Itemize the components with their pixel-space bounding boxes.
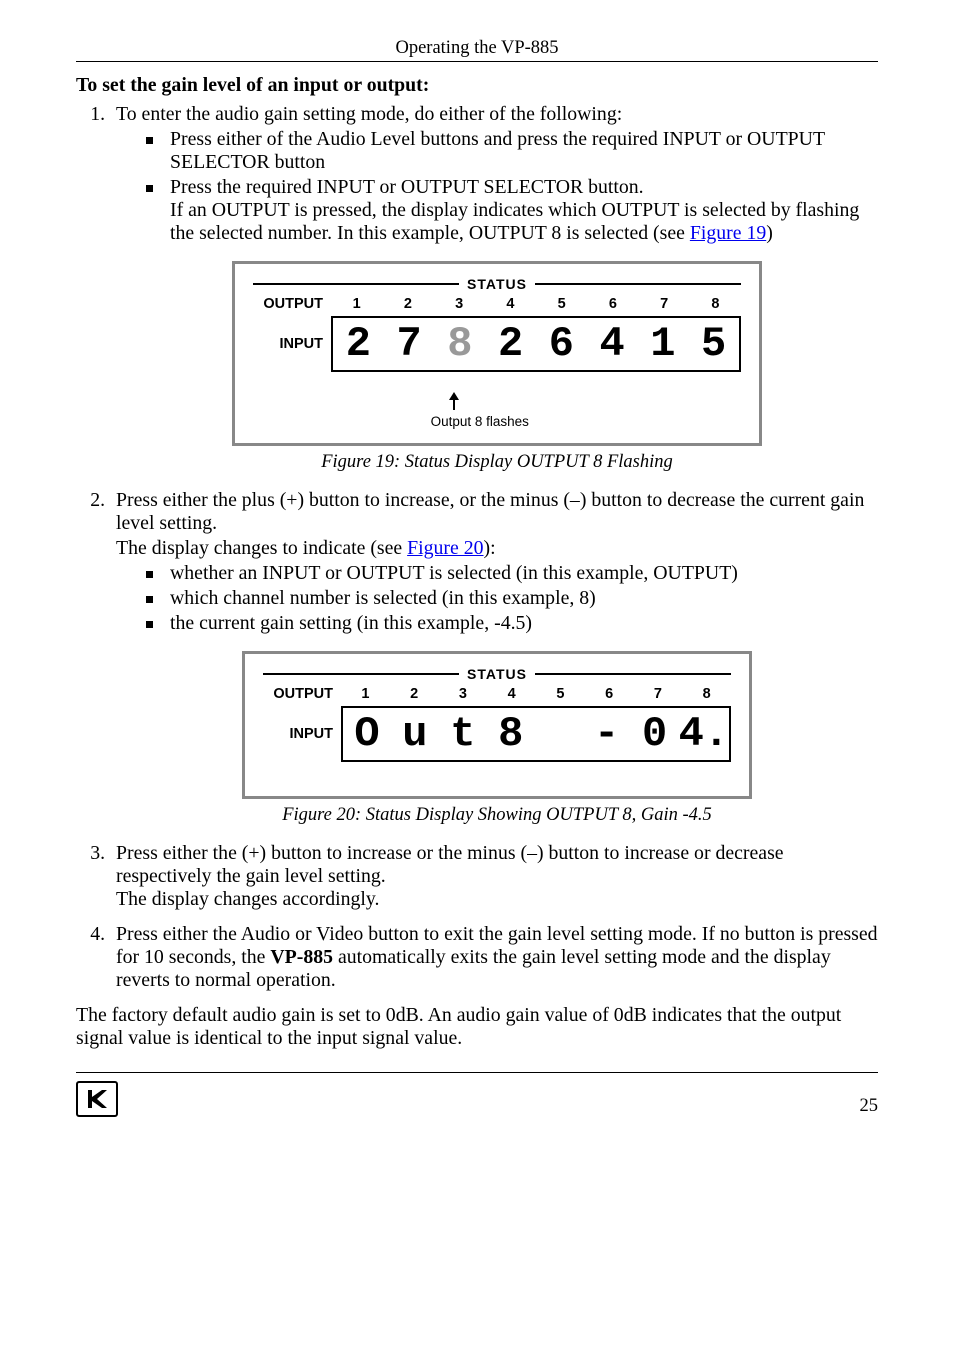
input-row: INPUT O u t 8 - 0 4. xyxy=(263,706,731,762)
step-1-text: To enter the audio gain setting mode, do… xyxy=(116,103,622,125)
seg-3: 8 xyxy=(435,318,486,370)
steps-list: To enter the audio gain setting mode, do… xyxy=(76,103,878,992)
step-1: To enter the audio gain setting mode, do… xyxy=(110,103,878,473)
step-2-text-b: The display changes to indicate (see xyxy=(116,537,407,559)
gap-row xyxy=(253,376,741,388)
step-2-text-a: Press either the plus (+) button to incr… xyxy=(116,489,864,534)
flash-caption-row: Output 8 flashes xyxy=(253,412,741,429)
output-num-3: 3 xyxy=(434,296,485,312)
seg-5: 6 xyxy=(536,318,587,370)
seg-2: 7 xyxy=(384,318,435,370)
output-label: OUTPUT xyxy=(253,296,331,312)
figure-20-panel: STATUS OUTPUT 1 2 3 4 5 6 7 8 INPUT xyxy=(242,651,752,799)
status-label: STATUS xyxy=(459,276,535,292)
output-num-8: 8 xyxy=(690,296,741,312)
step-2-bullet-2: which channel number is selected (in thi… xyxy=(146,587,878,610)
status-line-left xyxy=(263,673,459,675)
output-num-6: 6 xyxy=(587,296,638,312)
output-num-4: 4 xyxy=(487,686,536,702)
page-footer: 25 xyxy=(76,1077,878,1117)
status-label: STATUS xyxy=(459,666,535,682)
seg-7: 0 xyxy=(631,708,679,760)
step-1-bullet-2c: ) xyxy=(766,222,773,244)
seg-2: u xyxy=(391,708,439,760)
status-row: STATUS xyxy=(263,666,731,682)
step-1-bullets: Press either of the Audio Level buttons … xyxy=(116,128,878,245)
output-num-2: 2 xyxy=(382,296,433,312)
closing-paragraph: The factory default audio gain is set to… xyxy=(76,1004,878,1050)
status-line-left xyxy=(253,283,459,285)
step-2-bullets: whether an INPUT or OUTPUT is selected (… xyxy=(116,562,878,635)
product-name-bold: VP-885 xyxy=(270,946,333,968)
figure-19-caption: Figure 19: Status Display OUTPUT 8 Flash… xyxy=(116,452,878,473)
seg-3: t xyxy=(439,708,487,760)
page-number: 25 xyxy=(860,1096,879,1117)
footer-rule xyxy=(76,1072,878,1073)
output-label: OUTPUT xyxy=(263,686,341,702)
figure-20-caption: Figure 20: Status Display Showing OUTPUT… xyxy=(116,805,878,826)
brand-logo-icon xyxy=(76,1081,118,1117)
output-num-4: 4 xyxy=(485,296,536,312)
seg-7: 1 xyxy=(638,318,689,370)
output-num-1: 1 xyxy=(331,296,382,312)
step-2: Press either the plus (+) button to incr… xyxy=(110,489,878,826)
seg-1: 2 xyxy=(333,318,384,370)
seg-8: 4. xyxy=(679,708,729,760)
seg-6: 4 xyxy=(587,318,638,370)
input-label: INPUT xyxy=(263,726,341,742)
output-num-3: 3 xyxy=(439,686,488,702)
seven-seg-display: 2 7 8 2 6 4 1 5 xyxy=(331,316,741,372)
output-num-5: 5 xyxy=(536,686,585,702)
step-1-bullet-2: Press the required INPUT or OUTPUT SELEC… xyxy=(146,176,878,245)
step-3: Press either the (+) button to increase … xyxy=(110,842,878,911)
step-2-text-c: ): xyxy=(484,537,496,559)
seg-8: 5 xyxy=(688,318,739,370)
output-num-1: 1 xyxy=(341,686,390,702)
step-1-bullet-1: Press either of the Audio Level buttons … xyxy=(146,128,878,174)
step-2-bullet-1: whether an INPUT or OUTPUT is selected (… xyxy=(146,562,878,585)
status-row: STATUS xyxy=(253,276,741,292)
step-2-bullet-3: the current gain setting (in this exampl… xyxy=(146,612,878,635)
seg-6: - xyxy=(583,708,631,760)
output-num-6: 6 xyxy=(585,686,634,702)
gap-row xyxy=(263,766,731,778)
input-label: INPUT xyxy=(253,336,331,352)
seven-seg-display: O u t 8 - 0 4. xyxy=(341,706,731,762)
arrow-row xyxy=(253,392,741,412)
input-row: INPUT 2 7 8 2 6 4 1 5 xyxy=(253,316,741,372)
seg-4: 8 xyxy=(487,708,535,760)
output-num-7: 7 xyxy=(639,296,690,312)
step-4: Press either the Audio or Video button t… xyxy=(110,923,878,992)
figure-19-panel-wrap: STATUS OUTPUT 1 2 3 4 5 6 7 8 INPUT xyxy=(116,261,878,446)
seg-1: O xyxy=(343,708,391,760)
output-num-5: 5 xyxy=(536,296,587,312)
output-num-8: 8 xyxy=(682,686,731,702)
output-number-row: OUTPUT 1 2 3 4 5 6 7 8 xyxy=(263,686,731,702)
output-num-2: 2 xyxy=(390,686,439,702)
section-title: To set the gain level of an input or out… xyxy=(76,74,878,97)
figure-19-panel: STATUS OUTPUT 1 2 3 4 5 6 7 8 INPUT xyxy=(232,261,762,446)
status-line-right xyxy=(535,673,731,675)
output-number-row: OUTPUT 1 2 3 4 5 6 7 8 xyxy=(253,296,741,312)
flash-caption: Output 8 flashes xyxy=(428,414,533,429)
seg-4: 2 xyxy=(485,318,536,370)
figure-19-link[interactable]: Figure 19 xyxy=(690,222,766,244)
arrow-up-icon xyxy=(428,392,480,412)
output-num-7: 7 xyxy=(634,686,683,702)
figure-20-panel-wrap: STATUS OUTPUT 1 2 3 4 5 6 7 8 INPUT xyxy=(116,651,878,799)
step-1-bullet-2a: Press the required INPUT or OUTPUT SELEC… xyxy=(170,176,644,198)
running-header: Operating the VP-885 xyxy=(76,38,878,59)
figure-20-link[interactable]: Figure 20 xyxy=(407,537,483,559)
step-3-text-b: The display changes accordingly. xyxy=(116,888,379,910)
status-line-right xyxy=(535,283,741,285)
header-rule xyxy=(76,61,878,62)
step-3-text-a: Press either the (+) button to increase … xyxy=(116,842,784,887)
